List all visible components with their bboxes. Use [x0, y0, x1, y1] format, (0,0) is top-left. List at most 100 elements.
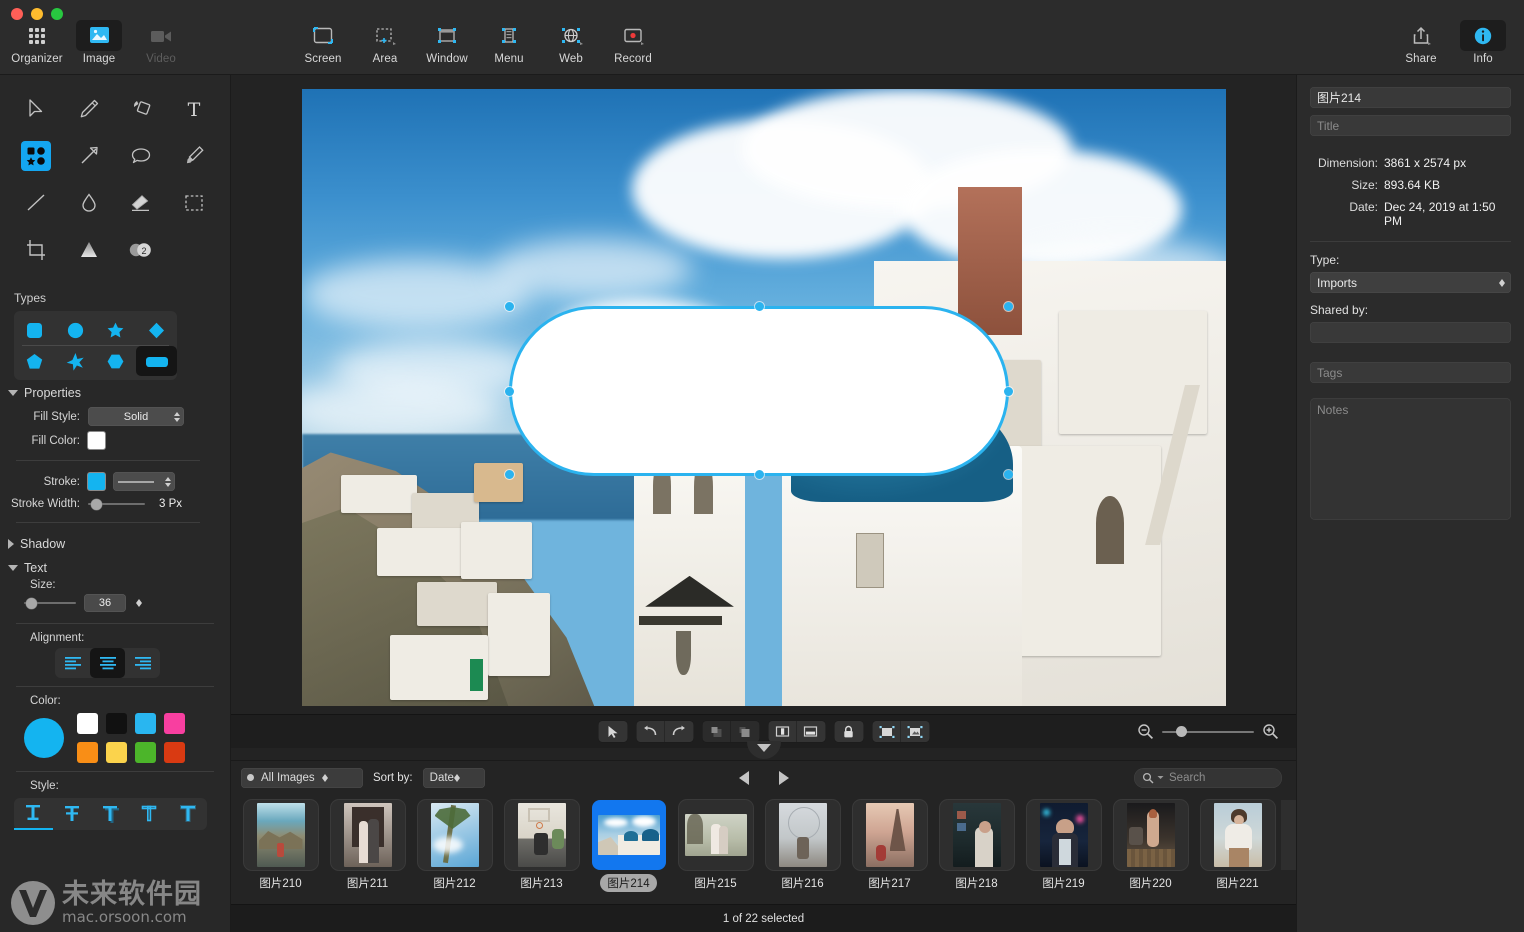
panel-divider[interactable] — [231, 741, 1296, 760]
thumbnail-item[interactable]: 图片221 — [1194, 800, 1281, 892]
fit-to-window-button[interactable] — [872, 721, 901, 742]
thumbnail-image-box[interactable] — [1281, 800, 1296, 870]
resize-handle-middle-left[interactable] — [504, 386, 514, 396]
fill-style-select[interactable]: Solid — [88, 407, 184, 426]
image-name-field[interactable]: 图片214 — [1310, 87, 1511, 108]
thumbnail-item[interactable]: 图片210 — [237, 800, 324, 892]
palette-swatch-white[interactable] — [77, 713, 98, 734]
toolbar-item-organizer[interactable]: Organizer — [6, 20, 68, 65]
thumbnail-item[interactable]: 图片218 — [933, 800, 1020, 892]
zoom-window-button[interactable] — [51, 8, 63, 20]
thumbnail-image-box[interactable] — [1113, 800, 1188, 870]
resize-handle-bottom-right[interactable] — [1003, 469, 1013, 479]
screen-capture-button[interactable] — [300, 20, 346, 51]
image-title-field[interactable]: Title — [1310, 115, 1511, 136]
actual-size-button[interactable] — [900, 721, 929, 742]
shape-type-hexagon[interactable] — [96, 346, 137, 376]
toolbar-item-image[interactable]: Image — [68, 20, 130, 65]
thumbnail-item[interactable]: 图片219 — [1020, 800, 1107, 892]
thumbnail-image-box[interactable] — [417, 800, 492, 870]
resize-handle-top-center[interactable] — [754, 301, 764, 311]
compare-split-button[interactable] — [768, 721, 797, 742]
toolbar-item-share[interactable]: Share — [1390, 20, 1452, 65]
undo-button[interactable] — [636, 721, 665, 742]
tool-step-number[interactable]: 2 — [115, 228, 168, 271]
toolbar-item-video[interactable]: Video — [130, 20, 192, 65]
thumbnail-image-box[interactable] — [765, 800, 840, 870]
fill-color-swatch[interactable] — [88, 432, 105, 449]
image-filter-select[interactable]: All Images — [241, 767, 363, 788]
toolbar-item-record[interactable]: Record — [602, 20, 664, 65]
toolbar-item-area[interactable]: Area — [354, 20, 416, 65]
canvas-area[interactable] — [231, 75, 1296, 714]
resize-handle-bottom-center[interactable] — [754, 469, 764, 479]
shared-by-field[interactable] — [1310, 322, 1511, 343]
align-left-button[interactable] — [55, 648, 90, 678]
align-center-button[interactable] — [90, 648, 125, 678]
toolbar-item-info[interactable]: Info — [1452, 20, 1514, 65]
pointer-tool-button[interactable] — [598, 721, 627, 742]
video-button[interactable] — [138, 20, 184, 51]
slider-knob[interactable] — [26, 597, 37, 609]
area-capture-button[interactable] — [362, 20, 408, 51]
stroke-width-slider[interactable] — [88, 497, 145, 511]
window-capture-button[interactable] — [424, 20, 470, 51]
shadow-section-header[interactable]: Shadow — [0, 531, 230, 555]
thumbnail-item-selected[interactable]: 图片214 — [585, 800, 672, 892]
thumbnail-item[interactable]: 图片212 — [411, 800, 498, 892]
align-right-button[interactable] — [125, 648, 160, 678]
thumbnail-image-box[interactable] — [939, 800, 1014, 870]
palette-swatch-green[interactable] — [135, 742, 156, 763]
collapse-browser-handle[interactable] — [746, 741, 781, 759]
thumbnail-image-box[interactable] — [852, 800, 927, 870]
text-size-field[interactable]: 36 — [84, 594, 126, 612]
shape-type-diamond[interactable] — [136, 315, 177, 345]
image-button[interactable] — [76, 20, 122, 51]
shape-type-star[interactable] — [96, 315, 137, 345]
thumbnail-item[interactable]: 图片220 — [1107, 800, 1194, 892]
toolbar-item-screen[interactable]: Screen — [292, 20, 354, 65]
web-capture-button[interactable] — [548, 20, 594, 51]
thumbnail-image-box[interactable] — [1200, 800, 1275, 870]
toolbar-item-menu[interactable]: Menu — [478, 20, 540, 65]
thumbnail-image-box[interactable] — [678, 800, 753, 870]
tool-arrow[interactable] — [63, 134, 116, 177]
toolbar-item-window[interactable]: Window — [416, 20, 478, 65]
tool-callout[interactable] — [115, 134, 168, 177]
thumbnail-image-box[interactable] — [243, 800, 318, 870]
chevron-down-icon[interactable] — [1157, 774, 1164, 781]
shape-type-pentagon[interactable] — [14, 346, 55, 376]
resize-handle-top-right[interactable] — [1003, 301, 1013, 311]
info-button[interactable] — [1460, 20, 1506, 51]
palette-swatch-yellow[interactable] — [106, 742, 127, 763]
organizer-button[interactable] — [14, 20, 60, 51]
canvas-image[interactable] — [301, 88, 1226, 706]
shape-type-pill[interactable] — [136, 346, 177, 376]
zoom-slider[interactable] — [1162, 726, 1254, 738]
thumbnail-image-box[interactable] — [1026, 800, 1101, 870]
zoom-out-icon[interactable] — [1137, 723, 1154, 740]
record-button[interactable] — [610, 20, 656, 51]
thumbnail-item[interactable]: 图片215 — [672, 800, 759, 892]
palette-swatch-black[interactable] — [106, 713, 127, 734]
tool-pencil[interactable] — [63, 87, 116, 130]
share-button[interactable] — [1398, 20, 1444, 51]
thumbnail-image-box[interactable] — [330, 800, 405, 870]
type-select[interactable]: Imports — [1310, 272, 1511, 293]
thumbnail-item-partial[interactable] — [1281, 800, 1296, 870]
tool-shapes[interactable] — [10, 134, 63, 177]
tags-field[interactable]: Tags — [1310, 362, 1511, 383]
text-style-glow-button[interactable] — [168, 798, 207, 830]
tool-spotlight[interactable] — [63, 228, 116, 271]
tool-crop[interactable] — [10, 228, 63, 271]
text-style-strikethrough-button[interactable] — [53, 798, 92, 830]
thumbnail-browser[interactable]: 图片210 图片211 图片212 图片213 图片214 图片215 图片21… — [231, 794, 1296, 904]
selected-shape-pill[interactable] — [508, 305, 1009, 476]
bring-forward-button[interactable] — [702, 721, 731, 742]
close-window-button[interactable] — [11, 8, 23, 20]
next-arrow-icon[interactable] — [778, 770, 789, 785]
thumbnail-item[interactable]: 图片217 — [846, 800, 933, 892]
sort-by-select[interactable]: Date — [422, 767, 485, 788]
shape-type-circle[interactable] — [55, 315, 96, 345]
thumbnail-image-box[interactable] — [591, 800, 666, 870]
